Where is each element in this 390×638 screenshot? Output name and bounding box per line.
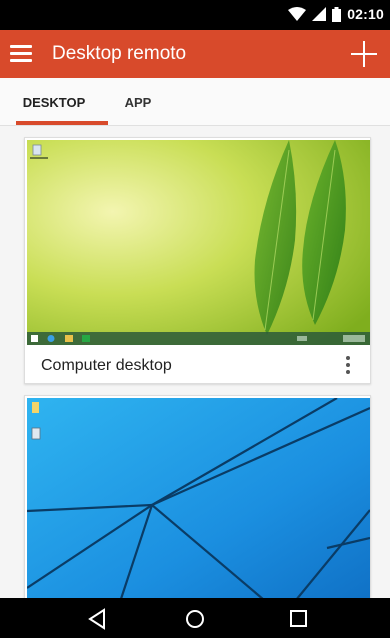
status-icons: 02:10 — [288, 6, 384, 22]
desktop-card[interactable] — [24, 395, 371, 611]
battery-icon — [332, 6, 342, 22]
app-bar: Desktop remoto — [0, 30, 390, 78]
add-icon[interactable] — [350, 40, 378, 68]
status-time: 02:10 — [347, 6, 384, 22]
recents-icon[interactable] — [286, 608, 310, 630]
app-title: Desktop remoto — [52, 43, 187, 64]
menu-icon[interactable] — [10, 42, 36, 66]
home-icon[interactable] — [183, 608, 207, 630]
desktop-thumbnail[interactable] — [27, 140, 370, 345]
back-icon[interactable] — [86, 608, 110, 630]
tab-app[interactable]: APP — [108, 78, 168, 126]
tab-bar: DESKTOP APP — [0, 78, 390, 126]
more-options-icon[interactable] — [340, 352, 356, 378]
desktop-thumbnail[interactable] — [27, 398, 370, 611]
desktop-card[interactable]: Computer desktop — [24, 137, 371, 384]
tab-indicator — [16, 121, 108, 125]
signal-icon — [312, 7, 327, 21]
status-bar: 02:10 — [0, 0, 390, 30]
tab-desktop[interactable]: DESKTOP — [0, 78, 108, 126]
navigation-bar — [0, 598, 390, 638]
wifi-icon — [288, 7, 307, 21]
desktop-name: Computer desktop — [41, 357, 172, 374]
